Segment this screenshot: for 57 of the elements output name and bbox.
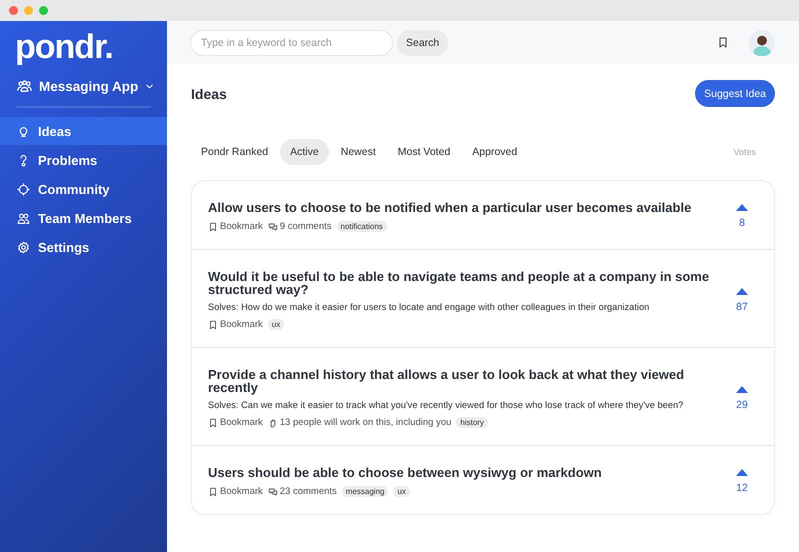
- bookmark-icon: [208, 486, 218, 496]
- tag[interactable]: notifications: [336, 221, 387, 232]
- column-heading: Votes: [733, 147, 756, 157]
- sidebar-item[interactable]: Team Members: [0, 204, 167, 232]
- avatar[interactable]: [749, 30, 775, 56]
- sidebar-item[interactable]: Community: [0, 175, 167, 203]
- idea-title[interactable]: Users should be able to choose between wysiwyg or markdown: [208, 466, 713, 479]
- page-title: Ideas: [191, 86, 227, 102]
- bookmark-link[interactable]: Bookmark: [208, 417, 263, 428]
- idea-problem: Solves: How do we make it easier for users to locate and engage with other colleagues in their organization: [208, 302, 650, 312]
- group-icon: [16, 79, 33, 94]
- comments-icon: [268, 222, 278, 232]
- bookmark-link[interactable]: Bookmark: [208, 319, 263, 330]
- upvote-icon[interactable]: [736, 288, 748, 294]
- search-field[interactable]: Type in a keyword to search: [190, 30, 393, 56]
- settings-icon: [17, 240, 30, 254]
- filter-tab[interactable]: Active: [280, 139, 329, 165]
- tag[interactable]: ux: [393, 486, 410, 497]
- comments-link[interactable]: 9 comments: [268, 221, 332, 232]
- bookmark-link[interactable]: Bookmark: [208, 486, 263, 497]
- comments-icon: [268, 486, 278, 496]
- logo[interactable]: pondr.: [0, 27, 113, 67]
- vote-count: 29: [736, 398, 748, 410]
- suggest-idea-button[interactable]: Suggest Idea: [695, 80, 775, 107]
- search-button[interactable]: Search: [397, 30, 448, 56]
- vote-count: 87: [736, 300, 748, 312]
- tag[interactable]: ux: [268, 319, 284, 330]
- workspace-selector[interactable]: Messaging App: [16, 79, 156, 94]
- comments-link[interactable]: 23 comments: [268, 486, 337, 497]
- bookmark-icon: [208, 320, 218, 330]
- filter-tab[interactable]: Pondr Ranked: [191, 139, 278, 165]
- people-icon: [17, 212, 30, 224]
- vote-count: 8: [739, 217, 745, 229]
- idea-title[interactable]: Allow users to choose to be notified when a particular user becomes available: [208, 201, 713, 214]
- tag[interactable]: messaging: [342, 486, 388, 497]
- lightbulb-icon: [17, 124, 30, 138]
- crosshair-icon: [17, 182, 30, 196]
- filter-tab[interactable]: Approved: [462, 139, 528, 165]
- sidebar-item[interactable]: Problems: [0, 146, 167, 174]
- idea-title[interactable]: Would it be useful to be able to navigate teams and people at a company in some structured way?: [208, 270, 713, 296]
- idea-title[interactable]: Provide a channel history that allows a user to look back at what they viewed recently: [208, 368, 713, 394]
- sidebar-item[interactable]: Ideas: [0, 117, 167, 145]
- upvote-icon[interactable]: [736, 204, 748, 211]
- vote-count: 12: [736, 482, 748, 494]
- bookmark-icon: [208, 222, 218, 232]
- upvote-icon[interactable]: [736, 386, 748, 392]
- bookmark-link[interactable]: Bookmark: [208, 221, 263, 232]
- filter-tab[interactable]: Most Voted: [388, 139, 460, 165]
- upvote-icon[interactable]: [736, 469, 748, 476]
- tag[interactable]: history: [456, 417, 488, 428]
- filter-tab[interactable]: Newest: [330, 139, 386, 165]
- bookmark-icon[interactable]: [717, 36, 729, 49]
- hand-icon: [268, 418, 278, 428]
- sidebar-item[interactable]: Settings: [0, 233, 167, 261]
- bookmark-icon: [208, 418, 218, 428]
- volunteers-count: 13 people will work on this, including you: [268, 417, 452, 428]
- idea-problem: Solves: Can we make it easier to track what you've recently viewed for those who lose track of where they've been?: [208, 400, 684, 410]
